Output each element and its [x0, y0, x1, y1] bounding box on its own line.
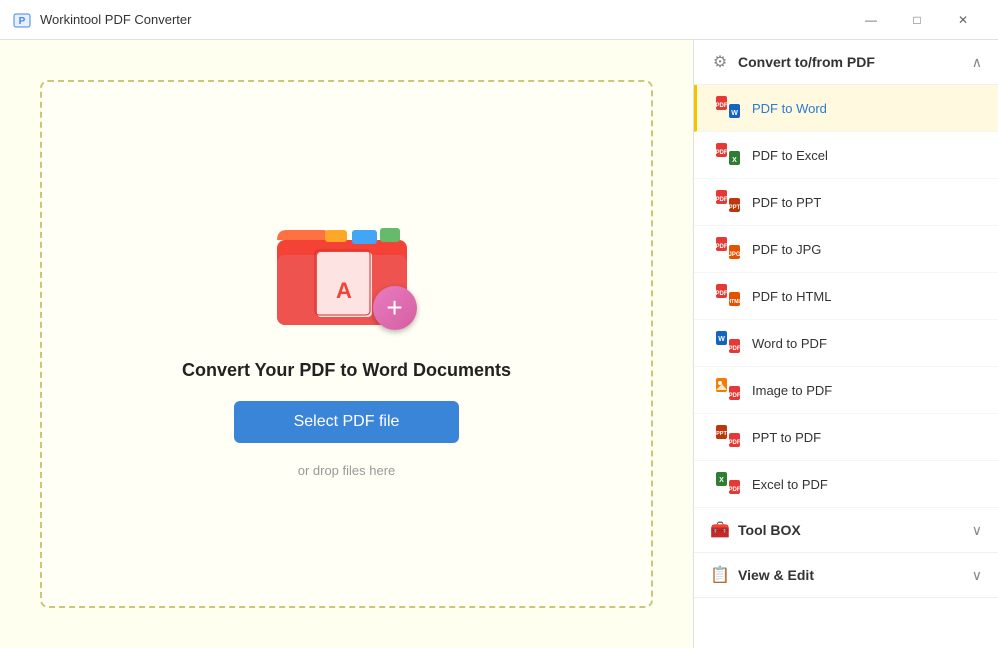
pdf-to-html-label: PDF to HTML: [752, 289, 831, 304]
toolbox-section-header[interactable]: 🧰 Tool BOX ∨: [694, 508, 998, 553]
svg-text:W: W: [731, 110, 738, 117]
pdf-to-jpg-icon: PDF JPG: [714, 235, 742, 263]
image-to-pdf-icon: PDF: [714, 376, 742, 404]
svg-text:X: X: [732, 157, 737, 164]
view-edit-section-title: View & Edit: [738, 567, 814, 583]
view-edit-chevron: ∨: [972, 567, 982, 584]
title-bar-controls: — □ ✕: [848, 4, 986, 36]
svg-text:HTML: HTML: [728, 299, 742, 305]
svg-text:PDF: PDF: [716, 103, 728, 109]
image-to-pdf-label: Image to PDF: [752, 383, 832, 398]
app-icon: P: [12, 10, 32, 30]
drop-zone[interactable]: A + Convert Your PDF to Word Documents S…: [40, 80, 653, 608]
word-to-pdf-label: Word to PDF: [752, 336, 827, 351]
word-to-pdf-icon: W PDF: [714, 329, 742, 357]
pdf-to-excel-label: PDF to Excel: [752, 148, 828, 163]
menu-item-pdf-to-ppt[interactable]: PDF PPT PDF to PPT: [694, 179, 998, 226]
svg-text:JPG: JPG: [728, 252, 740, 258]
svg-text:PDF: PDF: [729, 440, 741, 446]
minimize-button[interactable]: —: [848, 4, 894, 36]
menu-item-ppt-to-pdf[interactable]: PPT PDF PPT to PDF: [694, 414, 998, 461]
svg-text:PDF: PDF: [729, 487, 741, 493]
ppt-to-pdf-label: PPT to PDF: [752, 430, 821, 445]
convert-section-header-left: ⚙ Convert to/from PDF: [710, 52, 875, 72]
left-panel: A + Convert Your PDF to Word Documents S…: [0, 40, 693, 648]
pdf-to-excel-icon: PDF X: [714, 141, 742, 169]
close-button[interactable]: ✕: [940, 4, 986, 36]
svg-text:X: X: [719, 477, 724, 484]
add-icon: +: [373, 286, 417, 330]
svg-text:PDF: PDF: [729, 393, 741, 399]
menu-item-pdf-to-word[interactable]: PDF W PDF to Word: [694, 85, 998, 132]
toolbox-section-title: Tool BOX: [738, 522, 801, 538]
folder-icon-container: A +: [267, 210, 427, 340]
svg-text:PDF: PDF: [716, 291, 728, 297]
ppt-to-pdf-icon: PPT PDF: [714, 423, 742, 451]
view-edit-section-icon: 📋: [710, 565, 730, 585]
app-title: Workintool PDF Converter: [40, 12, 191, 27]
menu-item-pdf-to-html[interactable]: PDF HTML PDF to HTML: [694, 273, 998, 320]
drop-hint: or drop files here: [298, 463, 396, 478]
convert-title: Convert Your PDF to Word Documents: [182, 360, 511, 381]
svg-text:PDF: PDF: [716, 150, 728, 156]
excel-to-pdf-label: Excel to PDF: [752, 477, 828, 492]
convert-section-title: Convert to/from PDF: [738, 54, 875, 70]
convert-section-icon: ⚙: [710, 52, 730, 72]
svg-text:PDF: PDF: [716, 197, 728, 203]
pdf-to-ppt-label: PDF to PPT: [752, 195, 821, 210]
menu-item-pdf-to-excel[interactable]: PDF X PDF to Excel: [694, 132, 998, 179]
svg-text:A: A: [336, 278, 352, 303]
toolbox-section-icon: 🧰: [710, 520, 730, 540]
select-pdf-button[interactable]: Select PDF file: [234, 401, 460, 443]
svg-text:PDF: PDF: [729, 346, 741, 352]
convert-section-header[interactable]: ⚙ Convert to/from PDF ∧: [694, 40, 998, 85]
toolbox-chevron: ∨: [972, 522, 982, 539]
svg-text:PDF: PDF: [716, 244, 728, 250]
maximize-button[interactable]: □: [894, 4, 940, 36]
svg-text:PPT: PPT: [729, 205, 741, 211]
title-bar: P Workintool PDF Converter — □ ✕: [0, 0, 998, 40]
menu-item-pdf-to-jpg[interactable]: PDF JPG PDF to JPG: [694, 226, 998, 273]
main-content: A + Convert Your PDF to Word Documents S…: [0, 40, 998, 648]
svg-text:W: W: [718, 336, 725, 343]
toolbox-section-header-left: 🧰 Tool BOX: [710, 520, 801, 540]
svg-text:PPT: PPT: [716, 431, 727, 437]
menu-item-word-to-pdf[interactable]: W PDF Word to PDF: [694, 320, 998, 367]
pdf-to-jpg-label: PDF to JPG: [752, 242, 821, 257]
pdf-to-ppt-icon: PDF PPT: [714, 188, 742, 216]
excel-to-pdf-icon: X PDF: [714, 470, 742, 498]
title-bar-left: P Workintool PDF Converter: [12, 10, 191, 30]
menu-item-excel-to-pdf[interactable]: X PDF Excel to PDF: [694, 461, 998, 508]
view-edit-section-header[interactable]: 📋 View & Edit ∨: [694, 553, 998, 598]
pdf-to-html-icon: PDF HTML: [714, 282, 742, 310]
menu-item-image-to-pdf[interactable]: PDF Image to PDF: [694, 367, 998, 414]
view-edit-section-header-left: 📋 View & Edit: [710, 565, 814, 585]
pdf-to-word-label: PDF to Word: [752, 101, 827, 116]
pdf-to-word-icon: PDF W: [714, 94, 742, 122]
svg-text:P: P: [19, 16, 26, 27]
convert-chevron: ∧: [972, 54, 982, 71]
right-sidebar: ⚙ Convert to/from PDF ∧ PDF W PDF to Wor…: [693, 40, 998, 648]
